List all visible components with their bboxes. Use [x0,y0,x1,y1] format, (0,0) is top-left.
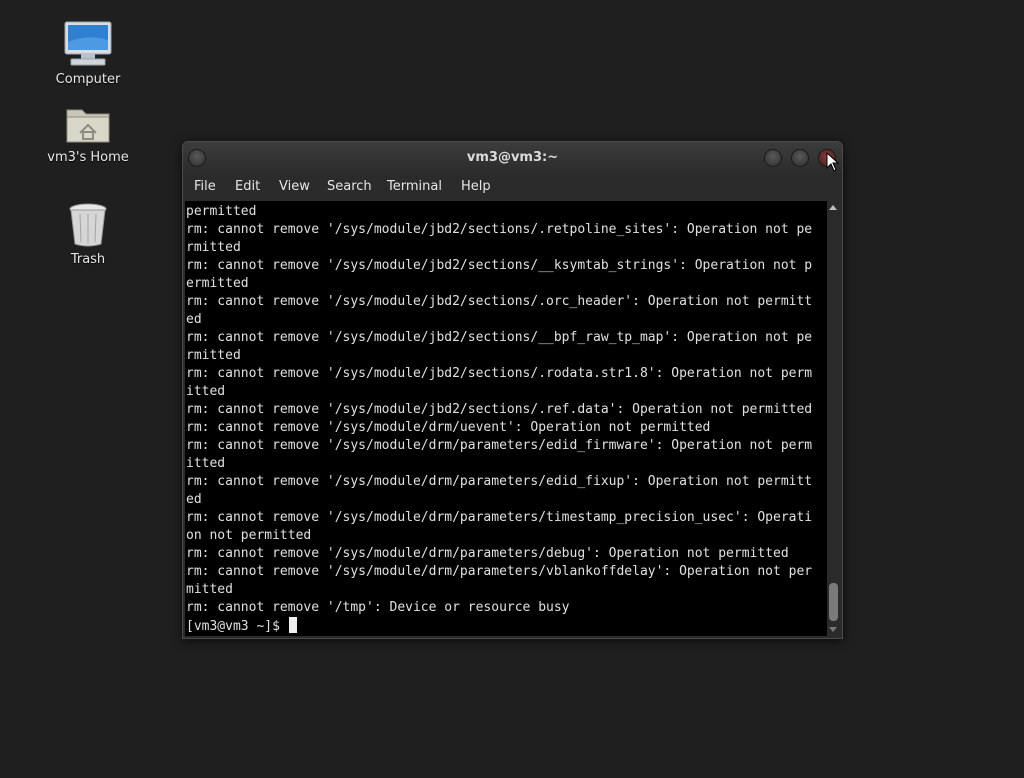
terminal-line: rmitted [186,348,241,363]
terminal-line: ed [186,492,202,507]
terminal-line: rm: cannot remove '/sys/module/jbd2/sect… [186,366,813,381]
desktop: Computer vm3's Home Trash vm3@vm3:~ File… [0,0,1024,778]
terminal-line: itted [186,384,226,399]
desktop-icon-computer[interactable]: Computer [38,20,138,87]
scroll-up-arrow-icon[interactable] [829,205,837,210]
terminal-line: permitted [186,204,257,219]
text-cursor [288,617,297,633]
menu-edit[interactable]: Edit [235,179,260,194]
computer-icon [64,21,112,66]
desktop-icon-home[interactable]: vm3's Home [38,102,138,165]
terminal-line: rm: cannot remove '/sys/module/drm/ueven… [186,420,711,435]
menu-file[interactable]: File [194,179,216,194]
terminal-line: rm: cannot remove '/sys/module/drm/param… [186,474,813,489]
desktop-icon-label: Computer [55,72,121,87]
terminal-line: mitted [186,582,233,597]
menubar: File Edit View Search Terminal Help [183,173,842,201]
terminal-line: rm: cannot remove '/sys/module/jbd2/sect… [186,258,813,273]
terminal-line: rm: cannot remove '/sys/module/drm/param… [186,438,813,453]
scrollbar-thumb[interactable] [829,583,838,621]
menu-search[interactable]: Search [327,179,372,194]
terminal-line: rm: cannot remove '/sys/module/drm/param… [186,546,789,561]
menu-terminal[interactable]: Terminal [387,179,442,194]
maximize-button[interactable] [791,149,809,167]
terminal-line: rm: cannot remove '/sys/module/jbd2/sect… [186,402,813,417]
terminal-line: rm: cannot remove '/sys/module/jbd2/sect… [186,222,813,237]
terminal-output[interactable]: permitted rm: cannot remove '/sys/module/… [185,201,827,636]
trash-icon [69,203,107,247]
home-folder-icon [66,109,110,143]
prompt-line: [vm3@vm3 ~]$ [186,617,827,635]
terminal-line: rm: cannot remove '/sys/module/drm/param… [186,510,813,525]
terminal-line: on not permitted [186,528,312,543]
desktop-icon-label: vm3's Home [47,150,129,165]
terminal-scrollbar[interactable] [827,201,840,636]
terminal-line: ermitted [186,276,249,291]
window-titlebar[interactable]: vm3@vm3:~ [183,142,842,173]
window-title: vm3@vm3:~ [466,150,559,165]
terminal-line: rm: cannot remove '/sys/module/jbd2/sect… [186,294,813,309]
terminal-window: vm3@vm3:~ File Edit View Search Terminal… [182,141,843,639]
terminal-line: rm: cannot remove '/tmp': Device or reso… [186,600,570,615]
terminal-line: rm: cannot remove '/sys/module/jbd2/sect… [186,330,813,345]
menu-help[interactable]: Help [461,179,491,194]
terminal-line: rm: cannot remove '/sys/module/drm/param… [186,564,813,579]
minimize-button[interactable] [764,149,782,167]
terminal-line: ed [186,312,202,327]
mouse-pointer-icon [826,152,840,172]
desktop-icon-label: Trash [70,252,106,267]
menu-view[interactable]: View [279,179,310,194]
shell-prompt: [vm3@vm3 ~]$ [186,619,288,634]
desktop-icon-trash[interactable]: Trash [38,202,138,267]
scroll-down-arrow-icon[interactable] [829,627,837,632]
terminal-line: itted [186,456,226,471]
terminal-line: rmitted [186,240,241,255]
